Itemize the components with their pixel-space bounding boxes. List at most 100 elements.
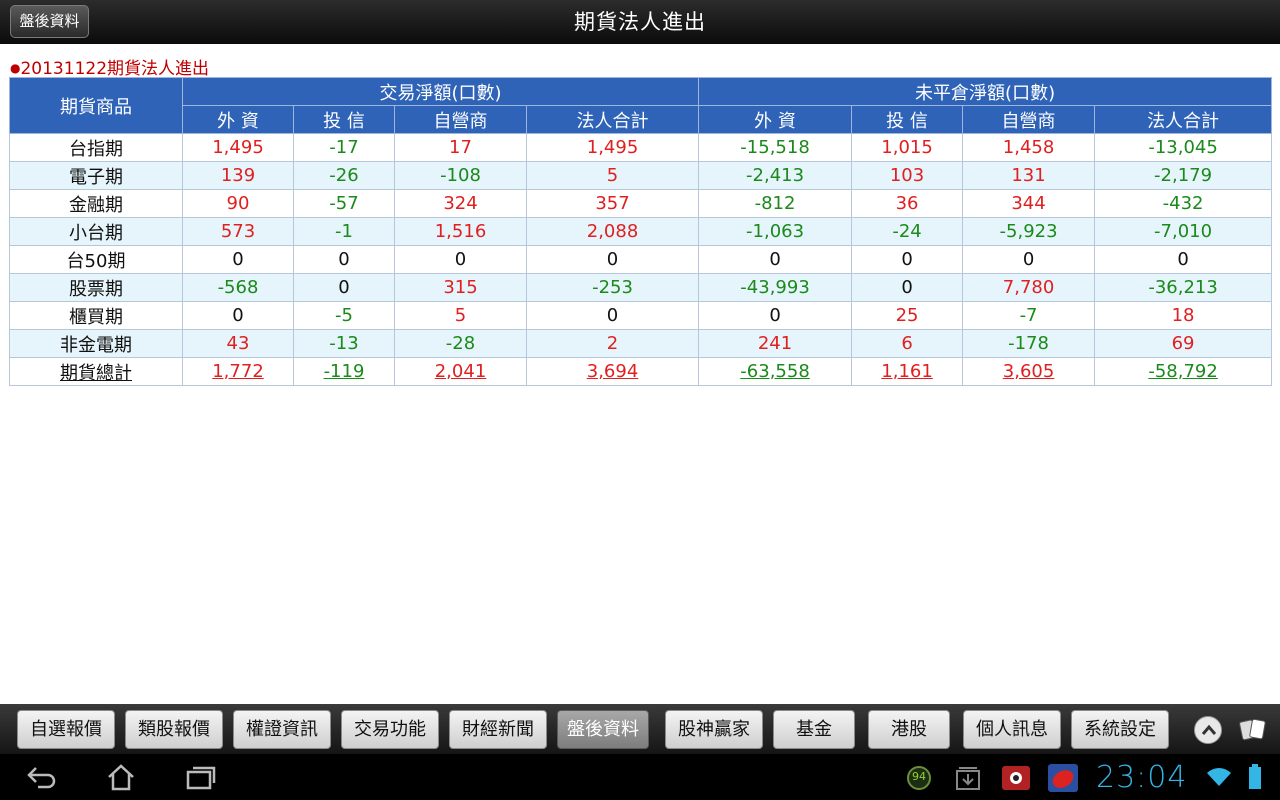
column-header: 自營商: [394, 105, 527, 134]
value-cell: 2,088: [525, 217, 700, 246]
value-cell: -7: [962, 301, 1096, 330]
tab-5[interactable]: 盤後資料: [557, 710, 649, 749]
group-header-open-interest: 未平倉淨額(口數): [698, 77, 1273, 106]
value-cell: -432: [1094, 189, 1273, 218]
download-icon: [954, 764, 982, 796]
value-cell: 0: [851, 245, 964, 274]
value-cell: -178: [962, 329, 1096, 358]
table-row[interactable]: 小台期 573 -1 1,516 2,088 -1,063 -24 -5,923 -7,010: [9, 217, 1273, 246]
value-cell: -13: [293, 329, 395, 358]
value-cell: 0: [698, 301, 853, 330]
value-cell: 1,495: [182, 133, 294, 162]
value-cell: 103: [851, 161, 964, 190]
table-row[interactable]: 非金電期 43 -13 -28 2 241 6 -178 69: [9, 329, 1273, 358]
value-cell: 17: [394, 133, 527, 162]
value-cell: -5,923: [962, 217, 1096, 246]
value-cell: 1,772: [182, 357, 294, 386]
table-total-row[interactable]: 期貨總計 1,772 -119 2,041 3,694 -63,558 1,161 3,605…: [9, 357, 1273, 386]
value-cell: -5: [293, 301, 395, 330]
value-cell: -28: [394, 329, 527, 358]
status-badge-value: 94: [912, 770, 926, 783]
table-row[interactable]: 台50期 0 0 0 0 0 0 0 0: [9, 245, 1273, 274]
tab-9[interactable]: 個人訊息: [963, 710, 1061, 749]
tab-8[interactable]: 港股: [868, 710, 950, 749]
product-name-cell: 非金電期: [9, 329, 183, 358]
value-cell: -7,010: [1094, 217, 1273, 246]
tab-3[interactable]: 交易功能: [341, 710, 439, 749]
value-cell: 357: [525, 189, 700, 218]
value-cell: -812: [698, 189, 853, 218]
group-header-trade: 交易淨額(口數): [181, 77, 700, 106]
value-cell: 2,041: [394, 357, 527, 386]
value-cell: 0: [962, 245, 1096, 274]
value-cell: 0: [293, 245, 395, 274]
chevron-up-icon[interactable]: [1194, 716, 1222, 744]
report-date-label: ●20131122期貨法人進出: [10, 54, 209, 79]
product-name-cell: 櫃買期: [9, 301, 183, 330]
app-icon: [1046, 762, 1080, 798]
value-cell: -1: [293, 217, 395, 246]
product-name-cell: 電子期: [9, 161, 183, 190]
value-cell: 5: [525, 161, 700, 190]
product-name-cell: 小台期: [9, 217, 183, 246]
value-cell: -568: [182, 273, 294, 302]
value-cell: 5: [394, 301, 527, 330]
back-arrow-icon[interactable]: [24, 762, 58, 796]
value-cell: 0: [293, 273, 395, 302]
tab-10[interactable]: 系統設定: [1071, 710, 1169, 749]
bullet-icon: ●: [10, 61, 21, 75]
status-badge-icon: 94: [906, 765, 932, 795]
value-cell: -58,792: [1094, 357, 1273, 386]
table-row[interactable]: 電子期 139 -26 -108 5 -2,413 103 131 -2,179: [9, 161, 1273, 190]
column-header: 法人合計: [525, 105, 700, 134]
value-cell: -15,518: [698, 133, 853, 162]
column-header: 投 信: [851, 105, 964, 134]
cards-icon[interactable]: [1238, 716, 1268, 744]
tab-2[interactable]: 權證資訊: [233, 710, 331, 749]
app-notification-icon: [1000, 762, 1032, 798]
value-cell: 7,780: [962, 273, 1096, 302]
report-date-text: 20131122期貨法人進出: [20, 59, 210, 79]
value-cell: -1,063: [698, 217, 853, 246]
table-row[interactable]: 股票期 -568 0 315 -253 -43,993 0 7,780 -36,213: [9, 273, 1273, 302]
value-cell: 36: [851, 189, 964, 218]
content-area: ●20131122期貨法人進出 期貨商品 交易淨額(口數) 未平倉淨額(口數) …: [0, 44, 1280, 704]
value-cell: 0: [525, 245, 700, 274]
value-cell: 1,516: [394, 217, 527, 246]
column-header: 自營商: [962, 105, 1096, 134]
value-cell: -24: [851, 217, 964, 246]
tab-7[interactable]: 基金: [773, 710, 855, 749]
tab-6[interactable]: 股神贏家: [665, 710, 763, 749]
product-header: 期貨商品: [9, 77, 183, 134]
wifi-icon: [1206, 766, 1232, 792]
table-row[interactable]: 櫃買期 0 -5 5 0 0 25 -7 18: [9, 301, 1273, 330]
value-cell: -36,213: [1094, 273, 1273, 302]
recent-apps-icon[interactable]: [184, 762, 218, 796]
value-cell: 139: [182, 161, 294, 190]
value-cell: 1,161: [851, 357, 964, 386]
value-cell: -119: [293, 357, 395, 386]
product-name-cell: 台指期: [9, 133, 183, 162]
value-cell: 2: [525, 329, 700, 358]
product-name-cell: 期貨總計: [9, 357, 183, 386]
tab-4[interactable]: 財經新聞: [449, 710, 547, 749]
column-header: 外 資: [698, 105, 853, 134]
value-cell: -57: [293, 189, 395, 218]
tab-0[interactable]: 自選報價: [17, 710, 115, 749]
home-icon[interactable]: [104, 762, 138, 796]
column-header: 法人合計: [1094, 105, 1273, 134]
battery-icon: [1248, 764, 1262, 794]
table-row[interactable]: 金融期 90 -57 324 357 -812 36 344 -432: [9, 189, 1273, 218]
value-cell: 69: [1094, 329, 1273, 358]
value-cell: 131: [962, 161, 1096, 190]
value-cell: 0: [182, 245, 294, 274]
value-cell: 1,495: [525, 133, 700, 162]
table-row[interactable]: 台指期 1,495 -17 17 1,495 -15,518 1,015 1,458 -13,0…: [9, 133, 1273, 162]
value-cell: -63,558: [698, 357, 853, 386]
tab-1[interactable]: 類股報價: [125, 710, 223, 749]
title-bar: 盤後資料 期貨法人進出: [0, 0, 1280, 44]
value-cell: -2,413: [698, 161, 853, 190]
value-cell: 6: [851, 329, 964, 358]
bottom-tab-bar: 自選報價 類股報價 權證資訊 交易功能 財經新聞 盤後資料 股神贏家 基金 港股 個人訊息 系統設定: [0, 704, 1280, 754]
value-cell: 3,605: [962, 357, 1096, 386]
